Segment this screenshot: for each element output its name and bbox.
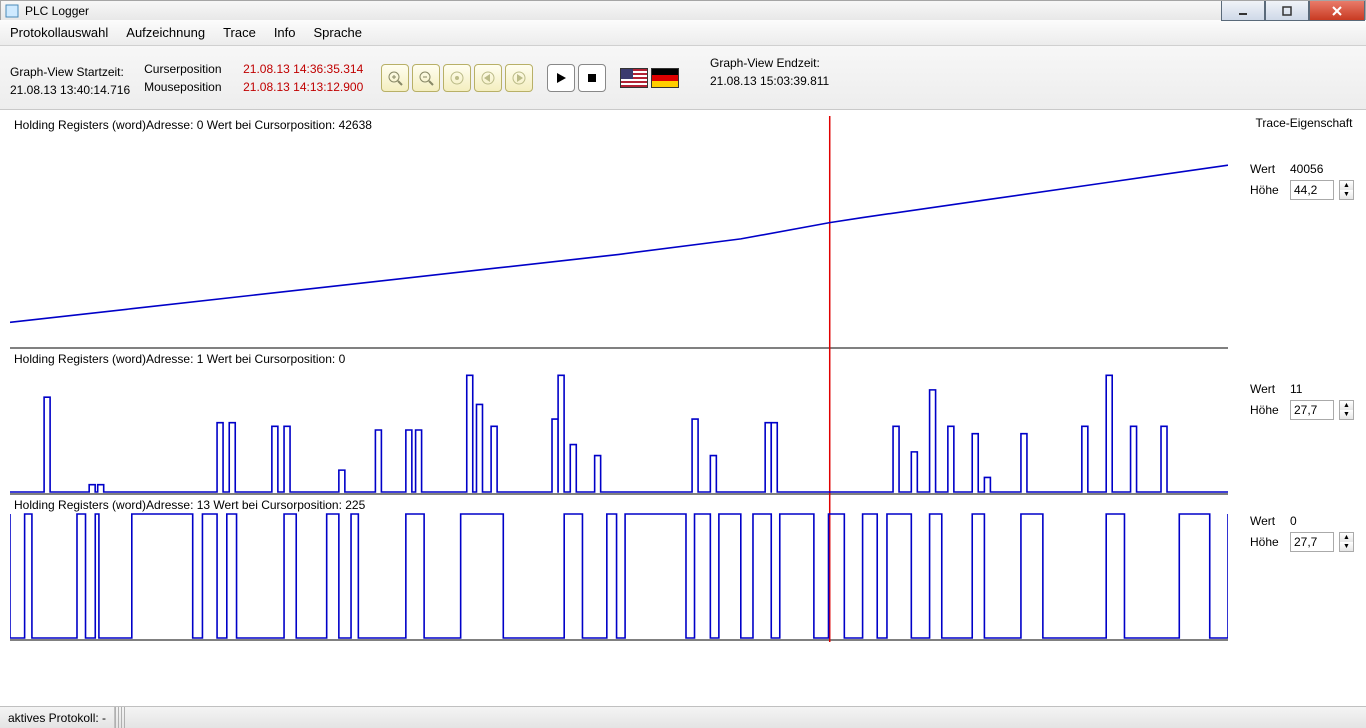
trace-plot[interactable] xyxy=(10,496,1228,642)
zoom-in-icon xyxy=(387,70,403,86)
pan-left-button[interactable] xyxy=(474,64,502,92)
menu-info[interactable]: Info xyxy=(274,25,296,40)
trace-plot[interactable] xyxy=(10,116,1228,350)
end-time-value: 21.08.13 15:03:39.811 xyxy=(710,72,829,90)
play-button[interactable] xyxy=(547,64,575,92)
start-time-value: 21.08.13 13:40:14.716 xyxy=(10,81,130,99)
toolbar xyxy=(381,64,679,92)
menu-protokollauswahl[interactable]: Protokollauswahl xyxy=(10,25,108,40)
status-active-protocol: aktives Protokoll: - xyxy=(0,707,115,728)
minimize-button[interactable] xyxy=(1221,1,1265,21)
zoom-fit-icon xyxy=(449,70,465,86)
cursor-pos-label: Curserposition xyxy=(144,60,229,78)
zoom-in-button[interactable] xyxy=(381,64,409,92)
hoehe-input[interactable] xyxy=(1290,400,1334,420)
start-time-label: Graph-View Startzeit: xyxy=(10,63,130,81)
hoehe-stepper[interactable]: ▲▼ xyxy=(1339,400,1354,420)
trace-plot[interactable] xyxy=(10,350,1228,496)
pan-right-button[interactable] xyxy=(505,64,533,92)
menu-aufzeichnung[interactable]: Aufzeichnung xyxy=(126,25,205,40)
hoehe-label: Höhe xyxy=(1250,403,1284,417)
close-button[interactable] xyxy=(1309,1,1365,21)
pan-left-icon xyxy=(480,70,496,86)
wert-label: Wert xyxy=(1250,162,1284,176)
wert-value: 0 xyxy=(1290,514,1297,528)
zoom-out-button[interactable] xyxy=(412,64,440,92)
trace-properties-title: Trace-Eigenschaft xyxy=(1250,116,1358,130)
app-icon xyxy=(5,4,19,18)
hoehe-stepper[interactable]: ▲▼ xyxy=(1339,180,1354,200)
menu-bar: Protokollauswahl Aufzeichnung Trace Info… xyxy=(0,20,1366,46)
menu-sprache[interactable]: Sprache xyxy=(314,25,362,40)
hoehe-stepper[interactable]: ▲▼ xyxy=(1339,532,1354,552)
end-time-label: Graph-View Endzeit: xyxy=(710,54,829,72)
status-grip[interactable] xyxy=(115,707,125,728)
wert-label: Wert xyxy=(1250,382,1284,396)
trace-label: Holding Registers (word)Adresse: 0 Wert … xyxy=(14,118,372,132)
flag-us-button[interactable] xyxy=(620,68,648,88)
zoom-out-icon xyxy=(418,70,434,86)
zoom-fit-button[interactable] xyxy=(443,64,471,92)
mouse-pos-value: 21.08.13 14:13:12.900 xyxy=(243,78,363,96)
trace-label: Holding Registers (word)Adresse: 13 Wert… xyxy=(14,498,365,512)
menu-trace[interactable]: Trace xyxy=(223,25,256,40)
pan-right-icon xyxy=(511,70,527,86)
stop-button[interactable] xyxy=(578,64,606,92)
hoehe-label: Höhe xyxy=(1250,535,1284,549)
charts-area[interactable]: Holding Registers (word)Adresse: 0 Wert … xyxy=(0,110,1246,690)
hoehe-input[interactable] xyxy=(1290,532,1334,552)
hoehe-input[interactable] xyxy=(1290,180,1334,200)
maximize-button[interactable] xyxy=(1265,1,1309,21)
mouse-pos-label: Mouseposition xyxy=(144,78,229,96)
window-title: PLC Logger xyxy=(25,4,89,18)
wert-label: Wert xyxy=(1250,514,1284,528)
wert-value: 11 xyxy=(1290,382,1302,396)
hoehe-label: Höhe xyxy=(1250,183,1284,197)
trace-properties-panel: Trace-Eigenschaft Wert 40056 Höhe ▲▼ Wert 11 H… xyxy=(1246,110,1366,690)
trace-label: Holding Registers (word)Adresse: 1 Wert … xyxy=(14,352,345,366)
wert-value: 40056 xyxy=(1290,162,1323,176)
play-icon xyxy=(554,71,568,85)
flag-de-button[interactable] xyxy=(651,68,679,88)
stop-icon xyxy=(585,71,599,85)
cursor-pos-value: 21.08.13 14:36:35.314 xyxy=(243,60,363,78)
